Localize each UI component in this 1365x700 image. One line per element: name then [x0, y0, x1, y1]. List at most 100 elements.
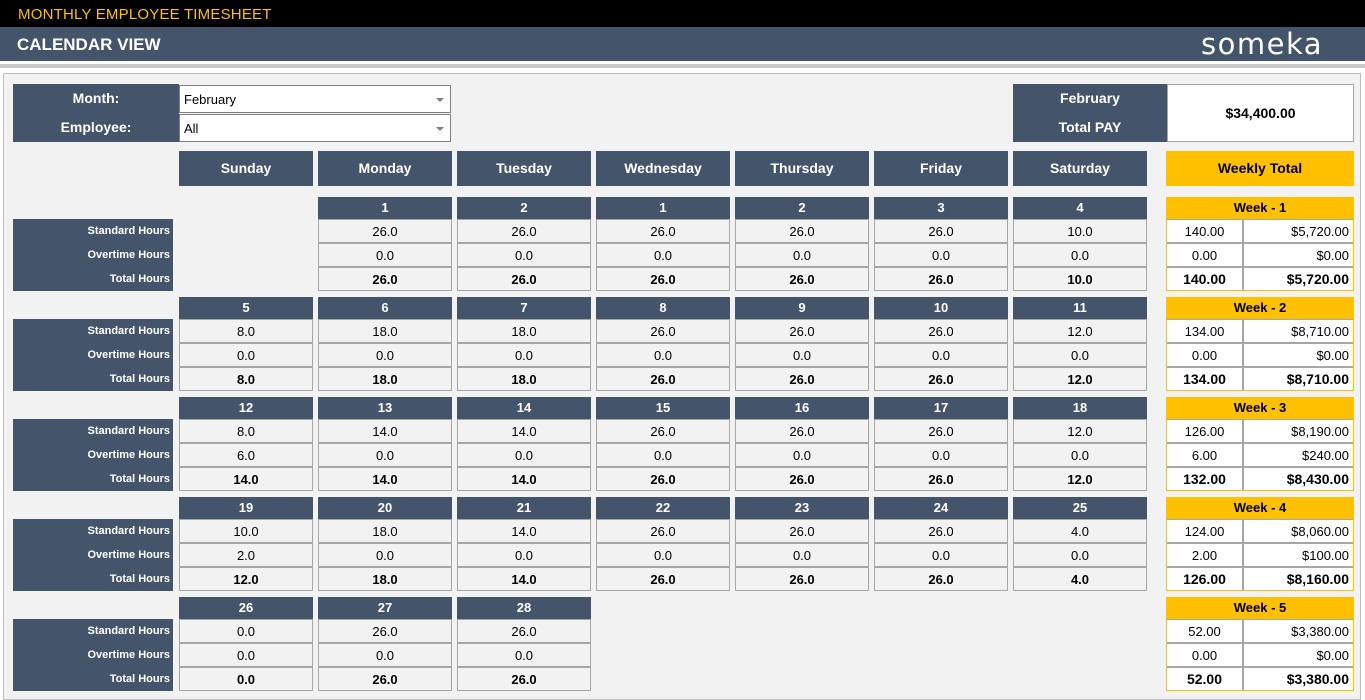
- standard-hours-cell[interactable]: 26.0: [874, 219, 1008, 243]
- summary-month: February: [1013, 84, 1167, 113]
- overtime-hours-cell[interactable]: 0.0: [318, 643, 452, 667]
- standard-hours-cell[interactable]: 26.0: [735, 219, 869, 243]
- overtime-hours-cell[interactable]: 0.0: [318, 543, 452, 567]
- standard-hours-cell[interactable]: 18.0: [318, 519, 452, 543]
- overtime-hours-cell[interactable]: 0.0: [874, 543, 1008, 567]
- day-header-friday: Friday: [874, 151, 1008, 186]
- standard-hours-cell[interactable]: 26.0: [318, 219, 452, 243]
- row-label: Standard Hours: [13, 619, 173, 643]
- date-header: 2: [457, 197, 591, 219]
- standard-hours-cell[interactable]: 26.0: [735, 319, 869, 343]
- chevron-down-icon[interactable]: [436, 127, 444, 131]
- standard-hours-cell[interactable]: 26.0: [735, 419, 869, 443]
- overtime-hours-cell[interactable]: 0.0: [874, 343, 1008, 367]
- date-header: 1: [318, 197, 452, 219]
- standard-hours-cell[interactable]: 4.0: [1013, 519, 1147, 543]
- total-hours-cell: 26.0: [874, 267, 1008, 291]
- day-header-monday: Monday: [318, 151, 452, 186]
- summary-label: Total PAY: [1013, 113, 1167, 142]
- standard-hours-cell[interactable]: 12.0: [1013, 419, 1147, 443]
- standard-hours-cell[interactable]: 14.0: [457, 419, 591, 443]
- standard-hours-cell[interactable]: 8.0: [179, 319, 313, 343]
- employee-select[interactable]: All: [179, 114, 451, 142]
- standard-hours-cell[interactable]: 26.0: [596, 219, 730, 243]
- weekly-total-frame: [1166, 397, 1354, 491]
- standard-hours-cell[interactable]: 18.0: [457, 319, 591, 343]
- standard-hours-cell[interactable]: 26.0: [735, 519, 869, 543]
- title-bar: MONTHLY EMPLOYEE TIMESHEET: [0, 0, 1365, 27]
- overtime-hours-cell[interactable]: 0.0: [596, 343, 730, 367]
- overtime-hours-cell[interactable]: 0.0: [874, 443, 1008, 467]
- total-hours-cell: 0.0: [179, 667, 313, 691]
- overtime-hours-cell[interactable]: 0.0: [735, 543, 869, 567]
- day-header-wednesday: Wednesday: [596, 151, 730, 186]
- overtime-hours-cell[interactable]: 0.0: [874, 243, 1008, 267]
- standard-hours-cell[interactable]: 10.0: [1013, 219, 1147, 243]
- standard-hours-cell[interactable]: 14.0: [318, 419, 452, 443]
- standard-hours-cell[interactable]: 26.0: [457, 619, 591, 643]
- overtime-hours-cell[interactable]: 0.0: [457, 443, 591, 467]
- standard-hours-cell[interactable]: 26.0: [596, 419, 730, 443]
- total-hours-cell: 26.0: [596, 467, 730, 491]
- app-title: MONTHLY EMPLOYEE TIMESHEET: [18, 6, 272, 23]
- overtime-hours-cell[interactable]: 0.0: [735, 243, 869, 267]
- standard-hours-cell[interactable]: 26.0: [318, 619, 452, 643]
- overtime-hours-cell[interactable]: 0.0: [596, 543, 730, 567]
- standard-hours-cell[interactable]: 26.0: [457, 219, 591, 243]
- standard-hours-cell[interactable]: 10.0: [179, 519, 313, 543]
- date-header: 8: [596, 297, 730, 319]
- weekly-total-frame: [1166, 597, 1354, 691]
- date-header: 1: [596, 197, 730, 219]
- standard-hours-cell[interactable]: 18.0: [318, 319, 452, 343]
- month-select[interactable]: February: [179, 85, 451, 113]
- date-header: 24: [874, 497, 1008, 519]
- total-hours-cell: 14.0: [318, 467, 452, 491]
- overtime-hours-cell[interactable]: 6.0: [179, 443, 313, 467]
- overtime-hours-cell[interactable]: 0.0: [179, 343, 313, 367]
- standard-hours-cell[interactable]: 26.0: [596, 519, 730, 543]
- standard-hours-cell[interactable]: 26.0: [874, 519, 1008, 543]
- overtime-hours-cell[interactable]: 0.0: [1013, 443, 1147, 467]
- overtime-hours-cell[interactable]: 0.0: [596, 243, 730, 267]
- total-hours-cell: 12.0: [1013, 367, 1147, 391]
- standard-hours-cell[interactable]: 26.0: [874, 319, 1008, 343]
- standard-hours-cell[interactable]: 26.0: [874, 419, 1008, 443]
- overtime-hours-cell[interactable]: 2.0: [179, 543, 313, 567]
- overtime-hours-cell[interactable]: 0.0: [735, 443, 869, 467]
- total-hours-cell: 14.0: [457, 467, 591, 491]
- overtime-hours-cell[interactable]: 0.0: [1013, 543, 1147, 567]
- standard-hours-cell[interactable]: 8.0: [179, 419, 313, 443]
- day-header-thursday: Thursday: [735, 151, 869, 186]
- standard-hours-cell[interactable]: 14.0: [457, 519, 591, 543]
- total-hours-cell: 18.0: [457, 367, 591, 391]
- overtime-hours-cell[interactable]: 0.0: [457, 643, 591, 667]
- overtime-hours-cell[interactable]: 0.0: [318, 343, 452, 367]
- overtime-hours-cell[interactable]: 0.0: [318, 443, 452, 467]
- row-label: Overtime Hours: [13, 443, 173, 467]
- chevron-down-icon[interactable]: [436, 98, 444, 102]
- weekly-total-frame: [1166, 197, 1354, 291]
- date-header: 11: [1013, 297, 1147, 319]
- total-pay-value: $34,400.00: [1167, 84, 1354, 142]
- overtime-hours-cell[interactable]: 0.0: [596, 443, 730, 467]
- overtime-hours-cell[interactable]: 0.0: [1013, 343, 1147, 367]
- overtime-hours-cell[interactable]: 0.0: [735, 343, 869, 367]
- standard-hours-cell[interactable]: 0.0: [179, 619, 313, 643]
- overtime-hours-cell[interactable]: 0.0: [457, 543, 591, 567]
- total-hours-cell: 26.0: [874, 567, 1008, 591]
- overtime-hours-cell[interactable]: 0.0: [1013, 243, 1147, 267]
- row-label: Overtime Hours: [13, 543, 173, 567]
- month-label: Month:: [13, 84, 179, 113]
- standard-hours-cell[interactable]: 12.0: [1013, 319, 1147, 343]
- overtime-hours-cell[interactable]: 0.0: [457, 243, 591, 267]
- date-header: 6: [318, 297, 452, 319]
- standard-hours-cell[interactable]: 26.0: [596, 319, 730, 343]
- date-header: 22: [596, 497, 730, 519]
- employee-select-value: All: [184, 121, 199, 136]
- overtime-hours-cell[interactable]: 0.0: [457, 343, 591, 367]
- row-label: Total Hours: [13, 667, 173, 691]
- overtime-hours-cell[interactable]: 0.0: [179, 643, 313, 667]
- date-header: 3: [874, 197, 1008, 219]
- total-hours-cell: 12.0: [1013, 467, 1147, 491]
- overtime-hours-cell[interactable]: 0.0: [318, 243, 452, 267]
